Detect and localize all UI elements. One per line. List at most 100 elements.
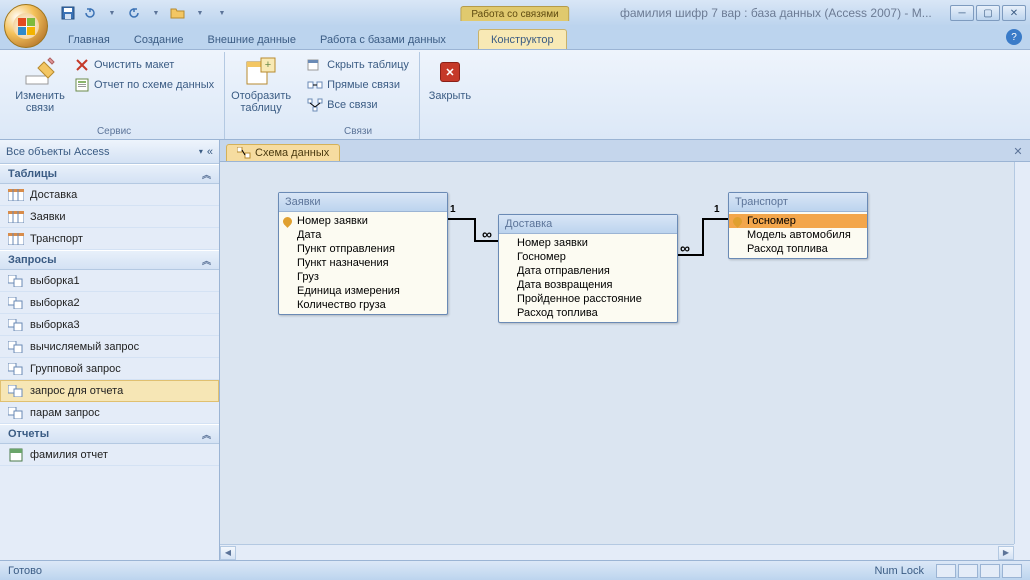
vertical-scrollbar[interactable]	[1014, 162, 1030, 544]
clear-layout-button[interactable]: Очистить макет	[70, 56, 218, 74]
tab-external[interactable]: Внешние данные	[196, 30, 308, 49]
clear-icon	[74, 57, 90, 73]
nav-table-item[interactable]: Транспорт	[0, 228, 219, 250]
table-field[interactable]: Пункт отправления	[279, 242, 447, 256]
relation-one: 1	[714, 204, 720, 215]
all-relations-button[interactable]: Все связи	[303, 96, 413, 114]
table-field[interactable]: Единица измерения	[279, 284, 447, 298]
undo-icon[interactable]	[82, 5, 98, 21]
window-controls: ─ ▢ ✕	[950, 5, 1026, 21]
workspace: Схема данных ✕ Заявки Номер заявки Дата …	[220, 140, 1030, 560]
status-text: Готово	[8, 565, 42, 577]
table-box-zayavki[interactable]: Заявки Номер заявки Дата Пункт отправлен…	[278, 192, 448, 315]
table-title[interactable]: Заявки	[279, 193, 447, 212]
query-icon	[8, 406, 24, 420]
table-field[interactable]: Груз	[279, 270, 447, 284]
hide-table-button[interactable]: Скрыть таблицу	[303, 56, 413, 74]
query-icon	[8, 362, 24, 376]
scroll-right-icon[interactable]: ▶	[998, 546, 1014, 560]
table-field[interactable]: Госномер	[729, 214, 867, 228]
query-icon	[8, 318, 24, 332]
nav-query-item[interactable]: вычисляемый запрос	[0, 336, 219, 358]
scroll-left-icon[interactable]: ◀	[220, 546, 236, 560]
tab-dbtools[interactable]: Работа с базами данных	[308, 30, 458, 49]
table-field[interactable]: Номер заявки	[499, 236, 677, 250]
nav-query-item[interactable]: Групповой запрос	[0, 358, 219, 380]
table-title[interactable]: Доставка	[499, 215, 677, 234]
table-box-dostavka[interactable]: Доставка Номер заявки Госномер Дата отпр…	[498, 214, 678, 323]
table-field[interactable]: Дата отправления	[499, 264, 677, 278]
relation-many: ∞	[680, 240, 690, 256]
view-button[interactable]	[1002, 564, 1022, 578]
table-field[interactable]: Модель автомобиля	[729, 228, 867, 242]
office-logo-icon	[18, 18, 35, 35]
context-tab-header: Работа со связями	[460, 6, 569, 21]
table-box-transport[interactable]: Транспорт Госномер Модель автомобиля Рас…	[728, 192, 868, 259]
direct-relations-button[interactable]: Прямые связи	[303, 76, 413, 94]
minimize-button[interactable]: ─	[950, 5, 974, 21]
relation-line[interactable]	[702, 218, 704, 256]
horizontal-scrollbar[interactable]: ◀ ▶	[220, 544, 1014, 560]
show-table-button[interactable]: + Отобразить таблицу	[231, 54, 291, 114]
tab-close-button[interactable]: ✕	[1010, 143, 1026, 159]
table-field[interactable]: Номер заявки	[279, 214, 447, 228]
relations-canvas[interactable]: Заявки Номер заявки Дата Пункт отправлен…	[220, 162, 1030, 560]
table-field[interactable]: Расход топлива	[499, 306, 677, 320]
document-tab[interactable]: Схема данных	[226, 144, 340, 161]
table-field[interactable]: Пункт назначения	[279, 256, 447, 270]
nav-report-item[interactable]: фамилия отчет	[0, 444, 219, 466]
table-field[interactable]: Количество груза	[279, 298, 447, 312]
close-relations-button[interactable]: ✕ Закрыть	[426, 54, 474, 102]
save-icon[interactable]	[60, 5, 76, 21]
help-icon[interactable]: ?	[1006, 29, 1022, 45]
table-field[interactable]: Дата возвращения	[499, 278, 677, 292]
view-button[interactable]	[980, 564, 1000, 578]
restore-button[interactable]: ▢	[976, 5, 1000, 21]
nav-pane-header[interactable]: Все объекты Access ▾«	[0, 140, 219, 164]
tab-home[interactable]: Главная	[56, 30, 122, 49]
tab-design[interactable]: Конструктор	[478, 29, 567, 49]
redo-icon[interactable]	[126, 5, 142, 21]
dropdown-icon[interactable]: ▾	[199, 147, 203, 156]
query-icon	[8, 296, 24, 310]
relation-line[interactable]	[474, 218, 476, 240]
relation-line[interactable]	[448, 218, 474, 220]
report-icon	[8, 448, 24, 462]
relation-line[interactable]	[702, 218, 728, 220]
relations-report-button[interactable]: Отчет по схеме данных	[70, 76, 218, 94]
table-title[interactable]: Транспорт	[729, 193, 867, 212]
edit-relations-button[interactable]: Изменить связи	[10, 54, 70, 114]
view-button[interactable]	[958, 564, 978, 578]
table-field[interactable]: Госномер	[499, 250, 677, 264]
collapse-icon[interactable]: «	[207, 146, 213, 158]
table-icon	[8, 210, 24, 224]
tab-create[interactable]: Создание	[122, 30, 196, 49]
nav-query-item[interactable]: выборка1	[0, 270, 219, 292]
nav-table-item[interactable]: Заявки	[0, 206, 219, 228]
view-button[interactable]	[936, 564, 956, 578]
view-buttons	[936, 564, 1022, 578]
numlock-indicator: Num Lock	[874, 565, 924, 577]
dropdown-icon[interactable]: ▼	[192, 5, 208, 21]
qat-customize-icon[interactable]: ▼	[214, 5, 230, 21]
office-button[interactable]	[4, 4, 48, 48]
dropdown-icon[interactable]: ▼	[148, 5, 164, 21]
nav-query-item[interactable]: выборка3	[0, 314, 219, 336]
nav-query-item[interactable]: выборка2	[0, 292, 219, 314]
category-tables[interactable]: Таблицы︽	[0, 164, 219, 184]
close-button[interactable]: ✕	[1002, 5, 1026, 21]
ribbon-group-close: ✕ Закрыть	[420, 52, 480, 139]
edit-relations-icon	[24, 56, 56, 88]
category-queries[interactable]: Запросы︽	[0, 250, 219, 270]
table-field[interactable]: Пройденное расстояние	[499, 292, 677, 306]
main-area: Все объекты Access ▾« Таблицы︽ Доставка …	[0, 140, 1030, 560]
nav-table-item[interactable]: Доставка	[0, 184, 219, 206]
table-field[interactable]: Дата	[279, 228, 447, 242]
nav-query-item[interactable]: парам запрос	[0, 402, 219, 424]
open-folder-icon[interactable]	[170, 5, 186, 21]
category-reports[interactable]: Отчеты︽	[0, 424, 219, 444]
dropdown-icon[interactable]: ▼	[104, 5, 120, 21]
nav-query-item[interactable]: запрос для отчета	[0, 380, 219, 402]
table-field[interactable]: Расход топлива	[729, 242, 867, 256]
ribbon-tabs: Главная Создание Внешние данные Работа с…	[0, 26, 1030, 50]
